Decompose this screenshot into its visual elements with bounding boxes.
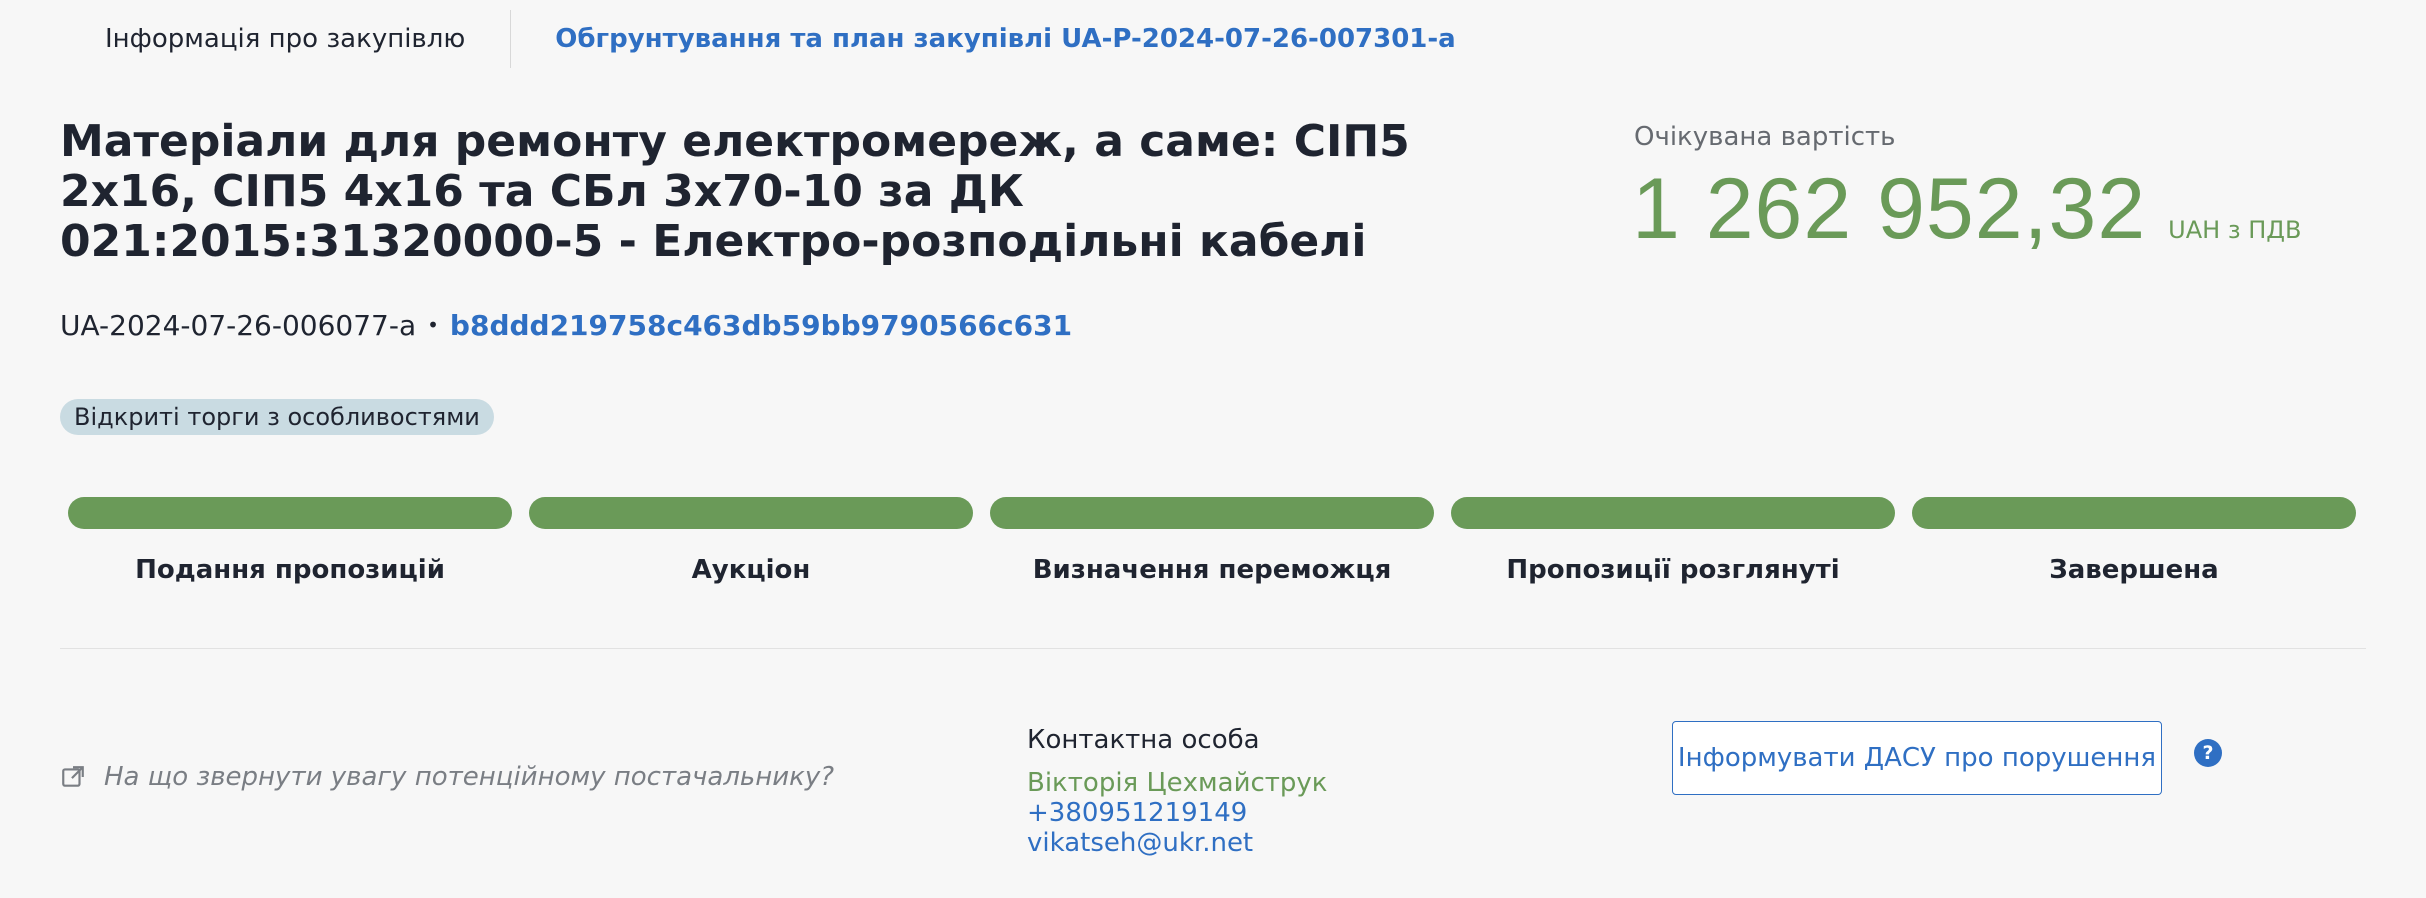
stage-submission: Подання пропозицій: [68, 497, 512, 585]
expected-value: 1 262 952,32 UAH з ПДВ: [1632, 160, 2301, 259]
stage-winner-determination: Визначення переможця: [990, 497, 1434, 585]
stage-bar: [1451, 497, 1895, 529]
tab-procurement-plan[interactable]: Обгрунтування та план закупівлі UA-P-202…: [511, 10, 1455, 68]
stage-bar: [68, 497, 512, 529]
stage-label: Визначення переможця: [1032, 555, 1392, 585]
stage-bar: [529, 497, 973, 529]
section-divider: [60, 648, 2366, 649]
expected-value-label: Очікувана вартість: [1634, 122, 1896, 152]
contact-phone-link[interactable]: +380951219149: [1027, 798, 1328, 828]
tender-title: Матеріали для ремонту електромереж, а са…: [60, 116, 1410, 267]
stage-label: Подання пропозицій: [135, 555, 445, 585]
tender-identifiers: UA-2024-07-26-006077-a • b8ddd219758c463…: [60, 305, 1072, 345]
contact-heading: Контактна особа: [1027, 725, 1260, 755]
separator-bullet: •: [427, 313, 439, 337]
contact-name: Вікторія Цехмайструк: [1027, 768, 1328, 798]
tender-id: UA-2024-07-26-006077-a: [60, 308, 417, 342]
procedure-type-badge: Відкриті торги з особливостями: [60, 399, 494, 435]
supplier-hint-text: На що звернути увагу потенційному постач…: [104, 762, 835, 792]
inform-dasu-button[interactable]: Інформувати ДАСУ про порушення: [1672, 721, 2162, 795]
top-tabs: Інформація про закупівлю Обгрунтування т…: [60, 10, 2360, 68]
tender-hash-link[interactable]: b8ddd219758c463db59bb9790566c631: [450, 309, 1072, 342]
stage-label: Завершена: [2049, 555, 2219, 585]
stage-progress: Подання пропозицій Аукціон Визначення пе…: [68, 497, 2356, 585]
stage-bar: [990, 497, 1434, 529]
stage-auction: Аукціон: [529, 497, 973, 585]
stage-bar: [1912, 497, 2356, 529]
stage-label: Пропозиції розглянуті: [1506, 555, 1840, 585]
help-icon[interactable]: ?: [2194, 739, 2222, 767]
tab-procurement-info[interactable]: Інформація про закупівлю: [60, 10, 510, 68]
stage-label: Аукціон: [691, 555, 811, 585]
contact-email-link[interactable]: vikatseh@ukr.net: [1027, 828, 1328, 858]
stage-bids-reviewed: Пропозиції розглянуті: [1451, 497, 1895, 585]
contact-person: Контактна особа Вікторія Цехмайструк +38…: [1027, 722, 1328, 858]
expected-value-amount: 1 262 952,32: [1632, 161, 2147, 257]
expected-value-currency: UAH з ПДВ: [2168, 216, 2302, 244]
external-link-icon: [62, 766, 84, 787]
stage-completed: Завершена: [1912, 497, 2356, 585]
supplier-hint-link[interactable]: На що звернути увагу потенційному постач…: [60, 762, 834, 792]
